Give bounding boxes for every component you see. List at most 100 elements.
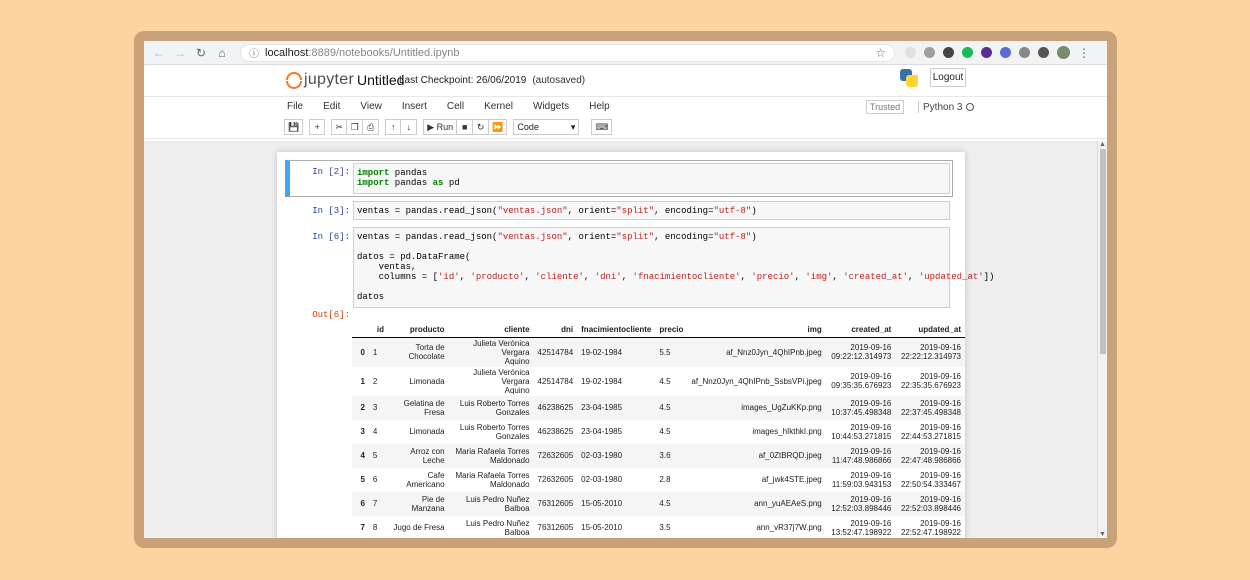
menu-item-widgets[interactable]: Widgets [533, 101, 569, 112]
info-icon[interactable]: ⓘ [249, 45, 259, 60]
restart-run-all-icon[interactable]: ⏩ [489, 119, 508, 135]
bookmark-star-icon[interactable]: ☆ [875, 46, 886, 60]
table-cell: af_Nnz0Jyn_4QhIPnb_SsbsVPi.jpeg [691, 376, 822, 386]
move-down-icon[interactable]: ↓ [401, 119, 418, 135]
cell-prompt: In [2]: [312, 167, 350, 177]
extension-icon[interactable] [981, 47, 992, 58]
forward-icon[interactable]: → [171, 44, 189, 62]
table-header-row: id producto cliente dni fnacimientocliente pr… [352, 323, 965, 338]
checkpoint-text: Last Checkpoint: 26/06/2019 [399, 75, 527, 86]
row-index: 3 [360, 427, 365, 436]
table-cell: 76312605 [537, 523, 574, 532]
menu-items: File Edit View Insert Cell Kernel Widgets Help [287, 101, 630, 112]
code-input[interactable]: ventas = pandas.read_json("ventas.json",… [353, 201, 950, 220]
trusted-badge[interactable]: Trusted [866, 100, 905, 114]
keyboard-icon[interactable]: ⌨ [591, 119, 613, 135]
code-cell-2[interactable]: In [3]: ventas = pandas.read_json("venta… [285, 200, 953, 222]
jupyter-logo-text: jupyter [304, 71, 355, 88]
paste-icon[interactable]: ⎙ [363, 119, 380, 135]
row-index: 1 [360, 376, 365, 386]
profile-avatar[interactable] [1057, 46, 1070, 59]
table-cell: 2019-09-16 11:59:03.943153 [831, 470, 892, 489]
code-cell-3[interactable]: In [6]: ventas = pandas.read_json("venta… [285, 226, 994, 310]
column-header: fnacimientocliente [577, 323, 656, 338]
notebook-title[interactable]: Untitled [357, 72, 404, 88]
notebook-area: In [2]: import pandas import pandas as p… [144, 141, 1107, 538]
kernel-name[interactable]: Python 3 [923, 102, 962, 113]
menu-item-edit[interactable]: Edit [323, 101, 340, 112]
table-cell: Luis Roberto Torres Gonzales [459, 422, 530, 441]
table-cell: 5.5 [655, 337, 688, 367]
extension-icon[interactable] [943, 47, 954, 58]
table-cell: Cafe Americano [406, 470, 445, 489]
table-cell: 15-05-2010 [577, 491, 656, 516]
extension-icon[interactable] [924, 47, 935, 58]
cut-icon[interactable]: ✂ [331, 119, 348, 135]
table-cell: 72632605 [533, 443, 578, 468]
row-index: 5 [360, 475, 365, 484]
insert-cell-icon[interactable]: + [309, 119, 326, 135]
table-cell: 42514784 [533, 337, 578, 367]
menu-item-insert[interactable]: Insert [402, 101, 427, 112]
page-scrollbar[interactable]: ▲ ▼ [1097, 141, 1107, 538]
table-cell: 3 [368, 395, 388, 420]
jupyter-logo[interactable]: jupyter [286, 70, 354, 90]
output-prompt: Out[6]: [312, 310, 350, 320]
run-button[interactable]: ▶ Run [423, 119, 458, 135]
table-row: 4 5 Arroz con Leche Maria Rafaela Torres Ma… [352, 443, 965, 468]
back-icon[interactable]: ← [150, 44, 168, 62]
table-cell: 2019-09-16 22:22:12.314973 [895, 337, 965, 367]
cell-type-value: Code [517, 122, 539, 132]
url-path: :8889/notebooks/Untitled.ipynb [308, 46, 460, 59]
address-bar[interactable]: ⓘ localhost:8889/notebooks/Untitled.ipyn… [240, 43, 895, 62]
menu-item-file[interactable]: File [287, 101, 303, 112]
table-cell: 5 [368, 443, 388, 468]
table-cell: Arroz con Leche [387, 443, 449, 468]
save-icon[interactable]: 💾 [284, 119, 304, 135]
url-host: localhost [265, 46, 309, 59]
table-cell: Gelatina de Fresa [387, 395, 449, 420]
menu-item-view[interactable]: View [360, 101, 382, 112]
restart-icon[interactable]: ↻ [473, 119, 490, 135]
table-cell: 2.8 [659, 475, 671, 484]
table-row: 6 7 Pie de Manzana Luis Pedro Nuñez Balboa 7… [352, 491, 965, 516]
logout-button[interactable]: Logout [930, 68, 966, 87]
table-cell: ann_vR37j7W.png [756, 523, 822, 532]
extension-icon[interactable] [905, 47, 916, 58]
table-row: 3 4 Limonada Luis Roberto Torres Gonzales 46… [352, 420, 965, 444]
code-input[interactable]: import pandas import pandas as pd [353, 163, 950, 194]
home-icon[interactable]: ⌂ [213, 44, 231, 62]
code-input[interactable]: ventas = pandas.read_json("ventas.json",… [353, 227, 994, 308]
cell-prompt: In [3]: [312, 206, 350, 216]
stop-icon[interactable]: ■ [457, 119, 474, 135]
menu-item-cell[interactable]: Cell [447, 101, 464, 112]
extension-icon[interactable] [962, 47, 973, 58]
code-cell-1[interactable]: In [2]: import pandas import pandas as p… [285, 160, 953, 197]
column-header: dni [533, 323, 578, 338]
table-cell: 2019-09-16 09:35:35.676923 [831, 372, 892, 390]
menu-kebab-icon[interactable]: ⋮ [1078, 46, 1090, 60]
table-cell: Luis Pedro Nuñez Balboa [465, 518, 530, 537]
extension-icon[interactable] [1019, 47, 1030, 58]
browser-window: ← → ↻ ⌂ ⓘ localhost:8889/notebooks/Untit… [144, 41, 1107, 538]
table-cell: Luis Pedro Nuñez Balboa [448, 491, 534, 516]
scrollbar-thumb[interactable] [1100, 149, 1106, 354]
chevron-down-icon: ▾ [570, 121, 576, 132]
cell-type-select[interactable]: Code ▾ [513, 119, 580, 135]
move-up-icon[interactable]: ↑ [385, 119, 402, 135]
menu-item-kernel[interactable]: Kernel [484, 101, 513, 112]
table-cell: 2019-09-16 11:47:48.986866 [825, 443, 896, 468]
reload-icon[interactable]: ↻ [192, 44, 210, 62]
table-cell: 46238625 [537, 427, 574, 436]
menu-item-help[interactable]: Help [589, 101, 610, 112]
table-cell: 4.5 [655, 395, 688, 420]
table-cell: 1 [368, 337, 388, 367]
copy-icon[interactable]: ❐ [347, 119, 364, 135]
table-cell: Torta de Chocolate [387, 337, 449, 367]
table-cell: 23-04-1985 [581, 427, 623, 436]
extension-icon[interactable] [1000, 47, 1011, 58]
extension-icon[interactable] [1038, 47, 1049, 58]
table-cell: ann_yuAEAeS.png [687, 491, 826, 516]
column-header: img [687, 323, 826, 338]
table-cell: 2019-09-16 13:52:47.198922 [831, 518, 892, 537]
